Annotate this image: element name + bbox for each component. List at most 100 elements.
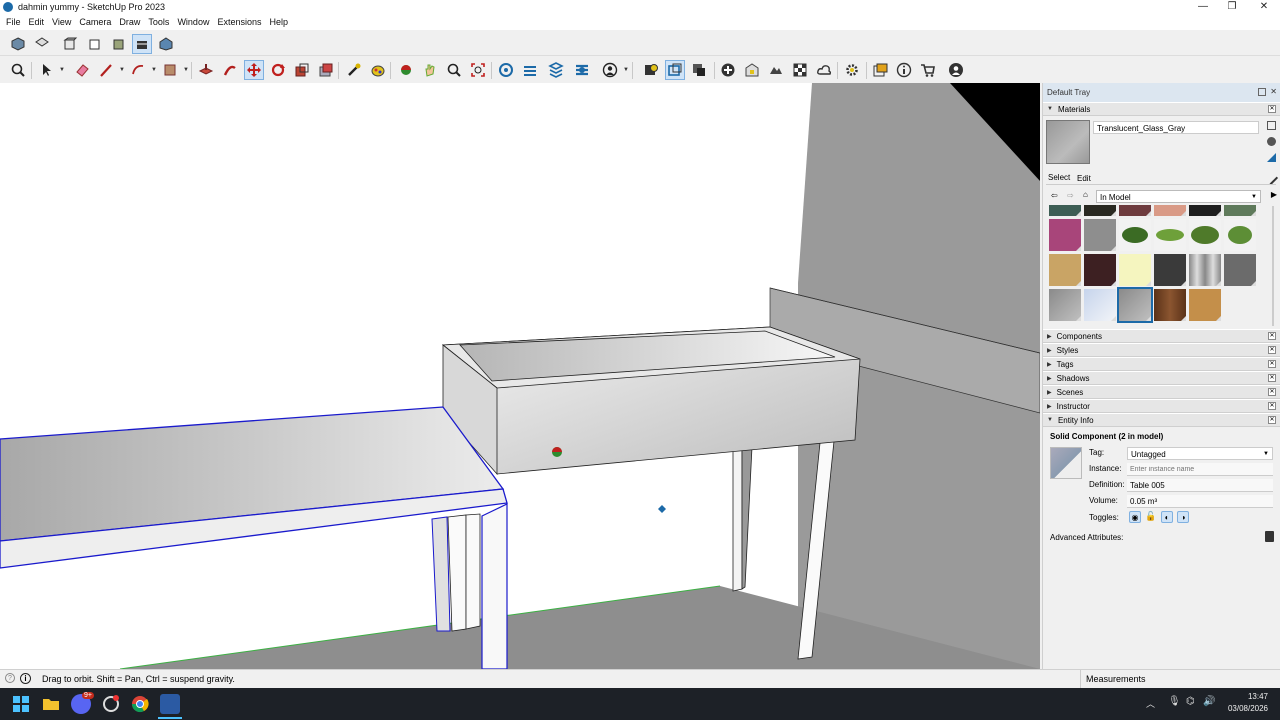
preview-icon[interactable] bbox=[790, 60, 810, 80]
eraser-tool-icon[interactable] bbox=[72, 60, 92, 80]
tape-measure-icon[interactable] bbox=[344, 60, 364, 80]
material-swatch[interactable] bbox=[1224, 254, 1256, 286]
menu-help[interactable]: Help bbox=[265, 17, 292, 27]
material-swatch[interactable] bbox=[1119, 205, 1151, 216]
panel-close-icon[interactable]: ✕ bbox=[1268, 346, 1276, 354]
account-icon[interactable] bbox=[600, 60, 620, 80]
material-name-field[interactable]: Translucent_Glass_Gray bbox=[1093, 121, 1259, 134]
github-desktop-icon[interactable] bbox=[101, 694, 121, 714]
account-dropdown-icon[interactable]: ▼ bbox=[623, 67, 629, 73]
material-swatch-leaf[interactable] bbox=[1154, 219, 1186, 251]
material-swatch[interactable] bbox=[1119, 254, 1151, 286]
material-swatch[interactable] bbox=[1189, 205, 1221, 216]
panel-close-icon[interactable]: ✕ bbox=[1268, 332, 1276, 340]
material-swatch[interactable] bbox=[1154, 289, 1186, 321]
orbit-tool-icon[interactable] bbox=[396, 60, 416, 80]
advanced-attributes-icon[interactable] bbox=[1265, 531, 1274, 542]
swatch-scrollbar[interactable] bbox=[1272, 206, 1274, 326]
table-leg[interactable] bbox=[447, 514, 467, 632]
tray-pin-icon[interactable] bbox=[1258, 88, 1266, 96]
shadows-panel-header[interactable]: ▶ Shadows ✕ bbox=[1043, 371, 1280, 385]
create-material-icon[interactable] bbox=[1267, 137, 1276, 146]
menu-view[interactable]: View bbox=[48, 17, 75, 27]
right-view-icon[interactable] bbox=[84, 34, 104, 54]
cast-shadows-icon[interactable]: ◐ bbox=[1161, 511, 1173, 523]
materials-panel-header[interactable]: ▼ Materials ✕ bbox=[1043, 102, 1280, 116]
volume-icon[interactable]: 🔊 bbox=[1203, 696, 1215, 707]
tab-edit[interactable]: Edit bbox=[1077, 174, 1091, 183]
material-swatch[interactable] bbox=[1084, 289, 1116, 321]
follow-me-icon[interactable] bbox=[220, 60, 240, 80]
material-swatch[interactable] bbox=[1154, 254, 1186, 286]
back-view-icon[interactable] bbox=[108, 34, 128, 54]
panel-close-icon[interactable]: ✕ bbox=[1268, 105, 1276, 113]
modeling-viewport[interactable] bbox=[0, 83, 1040, 669]
forward-arrow-icon[interactable]: ⇨ bbox=[1067, 191, 1074, 200]
material-swatch[interactable] bbox=[1049, 289, 1081, 321]
info-icon[interactable] bbox=[894, 60, 914, 80]
scale-tool-icon[interactable] bbox=[292, 60, 312, 80]
table-leg[interactable] bbox=[431, 516, 451, 632]
menu-tools[interactable]: Tools bbox=[144, 17, 173, 27]
line-dropdown-icon[interactable]: ▼ bbox=[119, 67, 125, 73]
toggle-terrain-icon[interactable] bbox=[766, 60, 786, 80]
material-swatch-selected[interactable] bbox=[1117, 287, 1153, 323]
tab-select[interactable]: Select bbox=[1048, 173, 1070, 182]
xray-style-icon[interactable] bbox=[132, 34, 152, 54]
microphone-icon[interactable]: 🎙 bbox=[1168, 696, 1181, 707]
components-panel-header[interactable]: ▶ Components ✕ bbox=[1043, 329, 1280, 343]
top-view-icon[interactable] bbox=[32, 34, 52, 54]
restore-button[interactable]: ❐ bbox=[1216, 0, 1248, 14]
close-button[interactable]: ✕ bbox=[1248, 0, 1280, 14]
material-swatch[interactable] bbox=[1049, 254, 1081, 286]
details-arrow-icon[interactable]: ▶ bbox=[1271, 190, 1277, 199]
rectangle-dropdown-icon[interactable]: ▼ bbox=[183, 67, 189, 73]
shopping-cart-icon[interactable] bbox=[918, 60, 938, 80]
arc-tool-icon[interactable] bbox=[128, 60, 148, 80]
iso-view-icon[interactable] bbox=[8, 34, 28, 54]
zoom-extents-icon[interactable] bbox=[468, 60, 488, 80]
move-tool-icon[interactable] bbox=[244, 60, 264, 80]
shaded-style-icon[interactable] bbox=[156, 34, 176, 54]
menu-file[interactable]: File bbox=[2, 17, 25, 27]
display-secondary-icon[interactable] bbox=[1267, 121, 1276, 130]
line-tool-icon[interactable] bbox=[96, 60, 116, 80]
scene-canvas[interactable] bbox=[0, 83, 1040, 669]
instructor-panel-header[interactable]: ▶ Instructor ✕ bbox=[1043, 399, 1280, 413]
photo-texture-icon[interactable] bbox=[742, 60, 762, 80]
default-material-icon[interactable] bbox=[1267, 153, 1276, 162]
network-icon[interactable]: ⌬ bbox=[1186, 696, 1195, 707]
table-leg[interactable] bbox=[481, 503, 508, 669]
search-icon[interactable] bbox=[8, 60, 28, 80]
extension-manager-icon[interactable] bbox=[572, 60, 592, 80]
material-swatch-leaf[interactable] bbox=[1119, 219, 1151, 251]
tags-panel-header[interactable]: ▶ Tags ✕ bbox=[1043, 357, 1280, 371]
show-hidden-icons[interactable]: ︿ bbox=[1146, 697, 1155, 710]
material-swatch[interactable] bbox=[1154, 205, 1186, 216]
cloud-sync-icon[interactable] bbox=[814, 60, 834, 80]
rectangle-tool-icon[interactable] bbox=[160, 60, 180, 80]
menu-edit[interactable]: Edit bbox=[25, 17, 49, 27]
pan-tool-icon[interactable] bbox=[420, 60, 440, 80]
file-explorer-icon[interactable] bbox=[41, 694, 61, 714]
table-leg[interactable] bbox=[465, 513, 481, 630]
styles-panel-header[interactable]: ▶ Styles ✕ bbox=[1043, 343, 1280, 357]
menu-window[interactable]: Window bbox=[173, 17, 213, 27]
definition-field[interactable]: Table 005 bbox=[1127, 479, 1273, 492]
tray-toggle-icon[interactable] bbox=[870, 60, 890, 80]
settings-gear-icon[interactable] bbox=[842, 60, 862, 80]
visibility-eye-icon[interactable]: ◉ bbox=[1129, 511, 1141, 523]
select-dropdown-icon[interactable]: ▼ bbox=[59, 67, 65, 73]
entity-material-swatch[interactable] bbox=[1050, 447, 1082, 479]
receive-shadows-icon[interactable]: ◑ bbox=[1177, 511, 1189, 523]
material-swatch[interactable] bbox=[1049, 219, 1081, 251]
chrome-icon[interactable] bbox=[130, 694, 150, 714]
panel-close-icon[interactable]: ✕ bbox=[1268, 360, 1276, 368]
outer-shell-icon[interactable] bbox=[665, 60, 685, 80]
tag-select[interactable]: Untagged ▼ bbox=[1127, 447, 1273, 460]
library-select[interactable]: In Model ▼ bbox=[1096, 190, 1261, 203]
arc-dropdown-icon[interactable]: ▼ bbox=[151, 67, 157, 73]
offset-tool-icon[interactable] bbox=[316, 60, 336, 80]
layout-icon[interactable] bbox=[546, 60, 566, 80]
entity-info-panel-header[interactable]: ▼ Entity Info ✕ bbox=[1043, 413, 1280, 427]
